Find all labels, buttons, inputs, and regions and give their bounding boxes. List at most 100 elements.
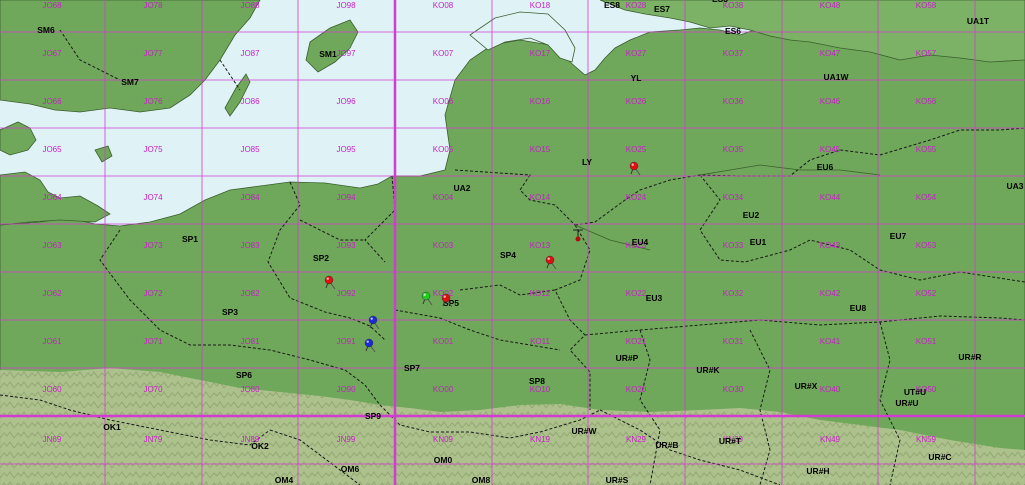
callsign-label: UR#T <box>719 436 742 446</box>
callsign-label: EU3 <box>646 293 663 303</box>
grid-square-label: KO41 <box>820 337 841 346</box>
grid-square-label: JO73 <box>143 241 163 250</box>
callsign-label: SM7 <box>121 77 139 87</box>
grid-square-label: JO90 <box>336 385 356 394</box>
grid-square-label: JO82 <box>240 289 260 298</box>
callsign-label: UR#X <box>795 381 818 391</box>
grid-square-label: JO96 <box>336 97 356 106</box>
grid-square-label: KO57 <box>916 49 937 58</box>
callsign-label: EU2 <box>743 210 760 220</box>
callsign-label: UA2 <box>453 183 470 193</box>
grid-square-label: JO67 <box>42 49 62 58</box>
grid-square-label: KO24 <box>626 193 647 202</box>
callsign-label: UR#R <box>958 352 981 362</box>
grid-square-label: KO04 <box>433 193 454 202</box>
callsign-label: SP4 <box>500 250 516 260</box>
callsign-label: SP7 <box>404 363 420 373</box>
grid-square-label: KO00 <box>433 385 454 394</box>
grid-square-label: KO30 <box>723 385 744 394</box>
grid-square-label: KO54 <box>916 193 937 202</box>
grid-square-label: KO32 <box>723 289 744 298</box>
grid-square-label: JO76 <box>143 97 163 106</box>
grid-square-label: JO91 <box>336 337 356 346</box>
grid-square-label: KO01 <box>433 337 454 346</box>
grid-square-label: KO13 <box>530 241 551 250</box>
callsign-label: EU8 <box>850 303 867 313</box>
grid-square-label: KO45 <box>820 145 841 154</box>
grid-square-label: JO97 <box>336 49 356 58</box>
grid-square-label: JO65 <box>42 145 62 154</box>
grid-square-label: JO85 <box>240 145 260 154</box>
grid-square-label: KO43 <box>820 241 841 250</box>
callsign-label: SP9 <box>365 411 381 421</box>
grid-square-label: JO95 <box>336 145 356 154</box>
callsign-label: UR#H <box>806 466 829 476</box>
callsign-label: OM4 <box>275 475 294 485</box>
grid-square-label: KO26 <box>626 97 647 106</box>
grid-square-label: KO10 <box>530 385 551 394</box>
grid-square-label: KO34 <box>723 193 744 202</box>
callsign-label: EU4 <box>632 237 649 247</box>
callsign-label: OM6 <box>341 464 360 474</box>
grid-square-label: KO06 <box>433 97 454 106</box>
grid-square-label: KO03 <box>433 241 454 250</box>
callsign-label: SP3 <box>222 307 238 317</box>
grid-square-label: KO44 <box>820 193 841 202</box>
grid-square-label: KO55 <box>916 145 937 154</box>
callsign-label: ES7 <box>654 4 670 14</box>
callsign-label: EU7 <box>890 231 907 241</box>
grid-square-label: JO61 <box>42 337 62 346</box>
callsign-label: UR#S <box>606 475 629 485</box>
grid-square-label: KO56 <box>916 97 937 106</box>
grid-square-label: KO27 <box>626 49 647 58</box>
grid-square-label: JO71 <box>143 337 163 346</box>
callsign-label: SP1 <box>182 234 198 244</box>
grid-square-label: KO11 <box>530 337 550 346</box>
callsign-label: OK2 <box>251 441 269 451</box>
grid-square-label: KO36 <box>723 97 744 106</box>
callsign-label: ES8 <box>604 0 620 10</box>
callsign-label: ES3 <box>712 0 728 4</box>
grid-square-label: JO98 <box>336 1 356 10</box>
grid-square-label: KO42 <box>820 289 841 298</box>
callsign-label: UR#C <box>928 452 951 462</box>
grid-square-label: JO68 <box>42 1 62 10</box>
grid-square-label: KN09 <box>433 435 454 444</box>
callsign-label: SP6 <box>236 370 252 380</box>
grid-square-label: KO25 <box>626 145 647 154</box>
grid-square-label: KO40 <box>820 385 841 394</box>
grid-square-label: JO63 <box>42 241 62 250</box>
grid-square-label: KO48 <box>820 1 841 10</box>
callsign-label: SP8 <box>529 376 545 386</box>
grid-square-label: KN59 <box>916 435 937 444</box>
callsign-label: UR#W <box>571 426 597 436</box>
grid-square-label: JO64 <box>42 193 62 202</box>
grid-square-label: KO14 <box>530 193 551 202</box>
map-canvas[interactable]: JO68 JO78 JO88 JO98 KO08 KO18 KO28 KO38 KO48 KO58… <box>0 0 1025 485</box>
grid-square-label: KO16 <box>530 97 551 106</box>
callsign-label: EU1 <box>750 237 767 247</box>
callsign-label: UR#P <box>616 353 639 363</box>
grid-square-label: KO33 <box>723 241 744 250</box>
grid-square-label: JO74 <box>143 193 163 202</box>
grid-square-label: KO15 <box>530 145 551 154</box>
grid-square-label: KO08 <box>433 1 454 10</box>
grid-square-label: JO66 <box>42 97 62 106</box>
callsign-label: YL <box>631 73 642 83</box>
grid-square-label: JO92 <box>336 289 356 298</box>
grid-square-label: KO20 <box>626 385 647 394</box>
grid-square-label: JO78 <box>143 1 163 10</box>
grid-square-label: JN99 <box>337 435 356 444</box>
grid-square-label: JN69 <box>43 435 62 444</box>
grid-square-label: KO53 <box>916 241 937 250</box>
grid-square-label: JO94 <box>336 193 356 202</box>
grid-square-label: JO88 <box>240 1 260 10</box>
grid-square-label: KN19 <box>530 435 551 444</box>
callsign-label: UR#U <box>895 398 918 408</box>
grid-square-label: KO47 <box>820 49 841 58</box>
grid-square-label: JO84 <box>240 193 260 202</box>
callsign-label: EU6 <box>817 162 834 172</box>
grid-square-label: KO37 <box>723 49 744 58</box>
grid-square-label: JN79 <box>144 435 163 444</box>
callsign-label: SP2 <box>313 253 329 263</box>
